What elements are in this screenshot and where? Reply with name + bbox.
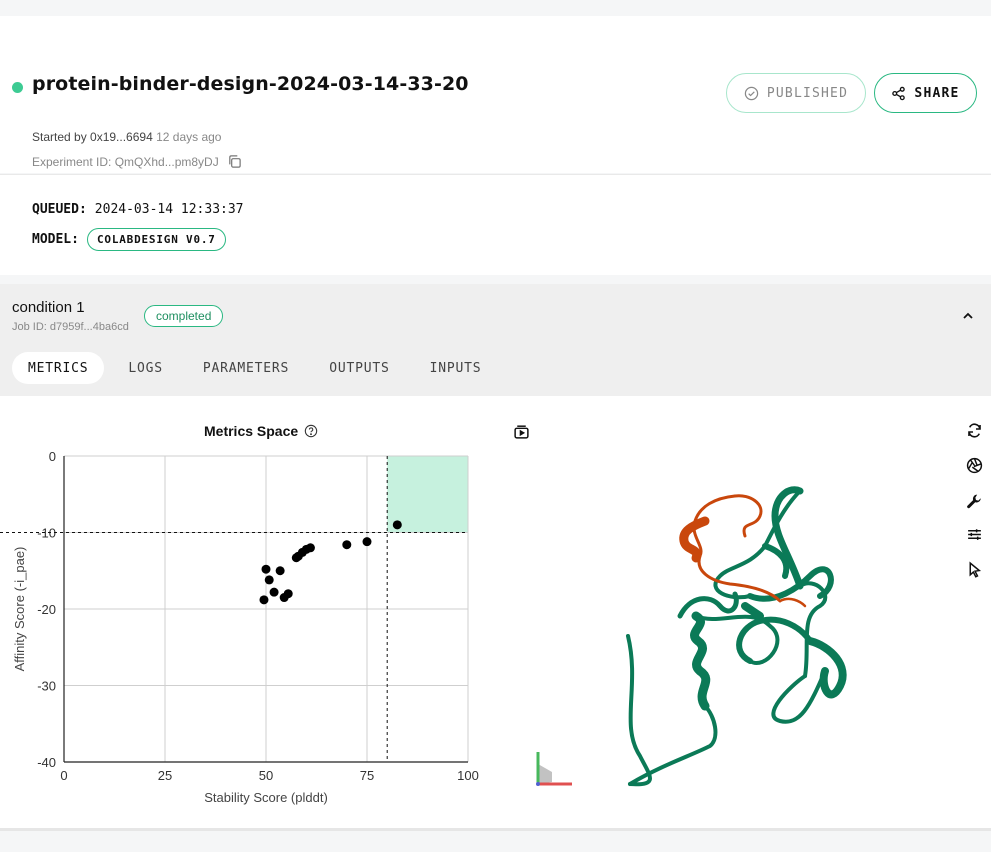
status-badge: completed: [144, 305, 224, 327]
y-tick-label-2: -20: [37, 602, 56, 617]
started-by-label: Started by 0x19...6694: [32, 130, 153, 144]
job-info-panel: QUEUED: 2024-03-14 12:33:37 MODEL: COLAB…: [0, 174, 991, 275]
published-button[interactable]: PUBLISHED: [726, 73, 866, 113]
experiment-id-row: Experiment ID: QmQXhd...pm8yDJ: [32, 154, 242, 169]
x-tick-label-2: 50: [259, 768, 273, 783]
condition-name: condition 1: [12, 299, 85, 316]
axes-gizmo: [536, 752, 572, 786]
metrics-panel: 0 25 50 75 100 0 -10 -20 -30 -40 Stability Score (…: [0, 396, 991, 828]
chart-title: Metrics Space: [204, 423, 299, 439]
data-point-14: [259, 595, 269, 605]
data-point-10: [264, 575, 274, 585]
share-icon: [892, 86, 906, 100]
check-circle-icon: [744, 86, 759, 100]
started-by: Started by 0x19...6694 12 days ago: [32, 130, 221, 144]
share-button[interactable]: SHARE: [874, 73, 977, 113]
y-tick-label-4: -40: [37, 755, 56, 770]
data-point-2: [342, 540, 352, 550]
data-point-13: [279, 593, 289, 603]
tab-logs[interactable]: LOGS: [112, 352, 179, 384]
share-label: SHARE: [914, 85, 960, 101]
x-tick-label-4: 100: [457, 768, 479, 783]
model-label: MODEL:: [32, 232, 79, 247]
y-tick-label-1: -10: [37, 526, 56, 541]
help-icon[interactable]: [304, 424, 318, 438]
aperture-icon[interactable]: [966, 457, 983, 474]
published-label: PUBLISHED: [766, 85, 849, 101]
tab-bar: METRICS LOGS PARAMETERS OUTPUTS INPUTS: [12, 352, 505, 384]
chart-title-row: Metrics Space: [204, 423, 318, 439]
rotate-icon[interactable]: [966, 422, 983, 439]
chevron-up-icon[interactable]: [960, 308, 976, 324]
target-chain: [626, 486, 847, 787]
status-dot: [12, 82, 23, 93]
metrics-scatter-chart: 0 25 50 75 100 0 -10 -20 -30 -40 Stability Score (…: [0, 449, 479, 805]
queued-row: QUEUED: 2024-03-14 12:33:37: [32, 202, 244, 217]
x-axis-title: Stability Score (plddt): [204, 790, 328, 805]
experiment-id: Experiment ID: QmQXhd...pm8yDJ: [32, 154, 219, 169]
queued-value: 2024-03-14 12:33:37: [94, 202, 244, 217]
data-point-0: [392, 520, 402, 530]
data-point-1: [362, 537, 372, 547]
tab-metrics[interactable]: METRICS: [12, 352, 105, 384]
copy-icon[interactable]: [227, 154, 242, 169]
x-tick-label-1: 25: [158, 768, 172, 783]
snapshot-icon[interactable]: [513, 423, 530, 440]
page-title: protein-binder-design-2024-03-14-33-20: [32, 73, 469, 95]
model-badge: COLABDESIGN V0.7: [86, 228, 226, 251]
x-tick-label-3: 75: [360, 768, 374, 783]
data-point-11: [269, 587, 279, 597]
started-ago: 12 days ago: [156, 130, 222, 144]
cursor-icon[interactable]: [966, 561, 983, 578]
y-tick-label-3: -30: [37, 679, 56, 694]
queued-label: QUEUED:: [32, 202, 87, 217]
protein-structure-viewer[interactable]: [600, 476, 870, 796]
data-point-9: [261, 564, 271, 574]
y-tick-label-0: 0: [49, 449, 56, 464]
job-id: Job ID: d7959f...4ba6cd: [12, 321, 129, 333]
tab-parameters[interactable]: PARAMETERS: [187, 352, 305, 384]
sliders-icon[interactable]: [966, 526, 983, 543]
wrench-icon[interactable]: [966, 493, 983, 510]
tab-inputs[interactable]: INPUTS: [414, 352, 498, 384]
x-tick-label-0: 0: [60, 768, 67, 783]
data-point-8: [275, 566, 285, 576]
y-axis-title: Affinity Score (-i_pae): [12, 547, 27, 672]
model-row: MODEL: COLABDESIGN V0.7: [32, 228, 226, 251]
experiment-header: protein-binder-design-2024-03-14-33-20 S…: [0, 16, 991, 173]
data-point-7: [291, 553, 301, 563]
condition-panel: condition 1 Job ID: d7959f...4ba6cd comp…: [0, 284, 991, 396]
tab-outputs[interactable]: OUTPUTS: [313, 352, 405, 384]
panel-shadow: [0, 828, 991, 831]
